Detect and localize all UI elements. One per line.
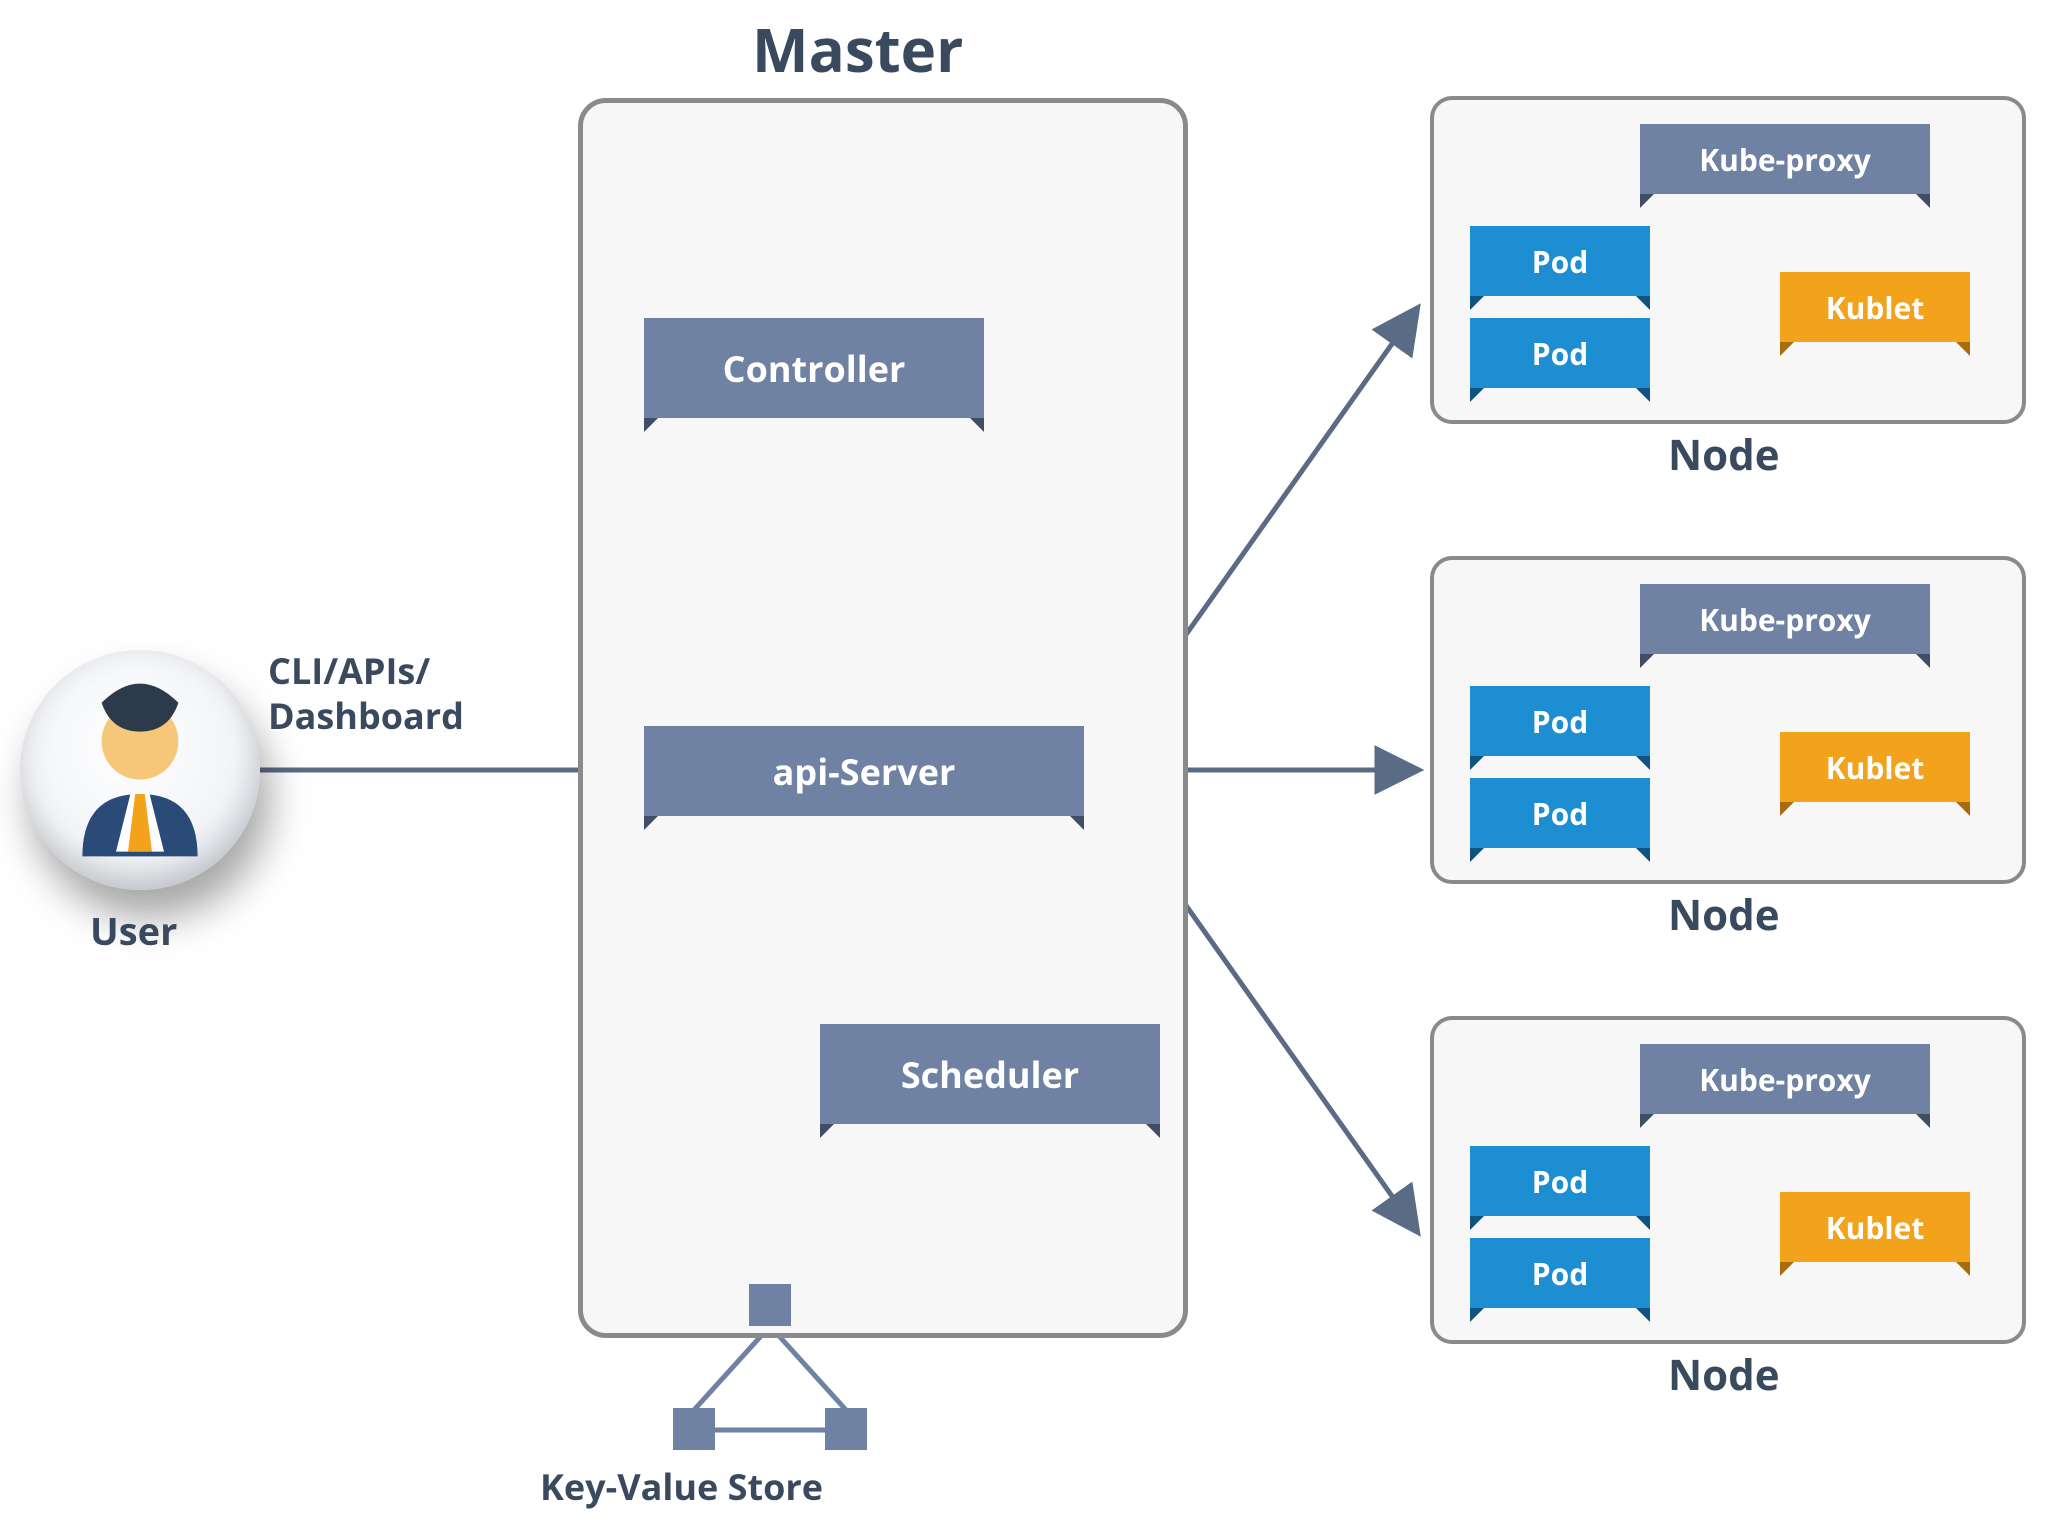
user-label: User xyxy=(90,905,177,957)
kube-proxy-3: Kube-proxy xyxy=(1640,1044,1930,1114)
master-title: Master xyxy=(752,8,963,90)
kube-proxy-label: Kube-proxy xyxy=(1699,599,1871,640)
pod-label: Pod xyxy=(1532,333,1588,374)
pod-label: Pod xyxy=(1532,1161,1588,1202)
edge-label: CLI/APIs/ Dashboard xyxy=(268,648,464,738)
node-label-3: Node xyxy=(1668,1346,1780,1403)
scheduler-block: Scheduler xyxy=(820,1024,1160,1124)
scheduler-label: Scheduler xyxy=(901,1050,1079,1099)
api-server-label: api-Server xyxy=(773,747,956,796)
master-container xyxy=(578,98,1188,1338)
pod-label: Pod xyxy=(1532,793,1588,834)
pod-label: Pod xyxy=(1532,701,1588,742)
user-avatar xyxy=(20,650,260,890)
pod-label: Pod xyxy=(1532,1253,1588,1294)
kvs-right-square xyxy=(825,1408,867,1450)
node-label-2: Node xyxy=(1668,886,1780,943)
kube-proxy-2: Kube-proxy xyxy=(1640,584,1930,654)
pod-label: Pod xyxy=(1532,241,1588,282)
pod-2b: Pod xyxy=(1470,778,1650,848)
kvs-label: Key-Value Store xyxy=(540,1462,823,1511)
pod-1b: Pod xyxy=(1470,318,1650,388)
kube-proxy-1: Kube-proxy xyxy=(1640,124,1930,194)
edge-label-line2: Dashboard xyxy=(268,691,464,740)
node-label-1: Node xyxy=(1668,426,1780,483)
kublet-3: Kublet xyxy=(1780,1192,1970,1262)
api-server-block: api-Server xyxy=(644,726,1084,816)
kube-proxy-label: Kube-proxy xyxy=(1699,1059,1871,1100)
kublet-1: Kublet xyxy=(1780,272,1970,342)
pod-3b: Pod xyxy=(1470,1238,1650,1308)
controller-block: Controller xyxy=(644,318,984,418)
edge-label-line1: CLI/APIs/ xyxy=(268,646,430,695)
kube-proxy-label: Kube-proxy xyxy=(1699,139,1871,180)
kublet-label: Kublet xyxy=(1826,747,1925,788)
pod-2a: Pod xyxy=(1470,686,1650,756)
kublet-2: Kublet xyxy=(1780,732,1970,802)
kublet-label: Kublet xyxy=(1826,1207,1925,1248)
kvs-left-square xyxy=(673,1408,715,1450)
pod-1a: Pod xyxy=(1470,226,1650,296)
pod-3a: Pod xyxy=(1470,1146,1650,1216)
kublet-label: Kublet xyxy=(1826,287,1925,328)
controller-label: Controller xyxy=(723,344,906,393)
kvs-root-square xyxy=(749,1284,791,1326)
diagram-canvas: User CLI/APIs/ Dashboard Master Controll… xyxy=(0,0,2048,1537)
